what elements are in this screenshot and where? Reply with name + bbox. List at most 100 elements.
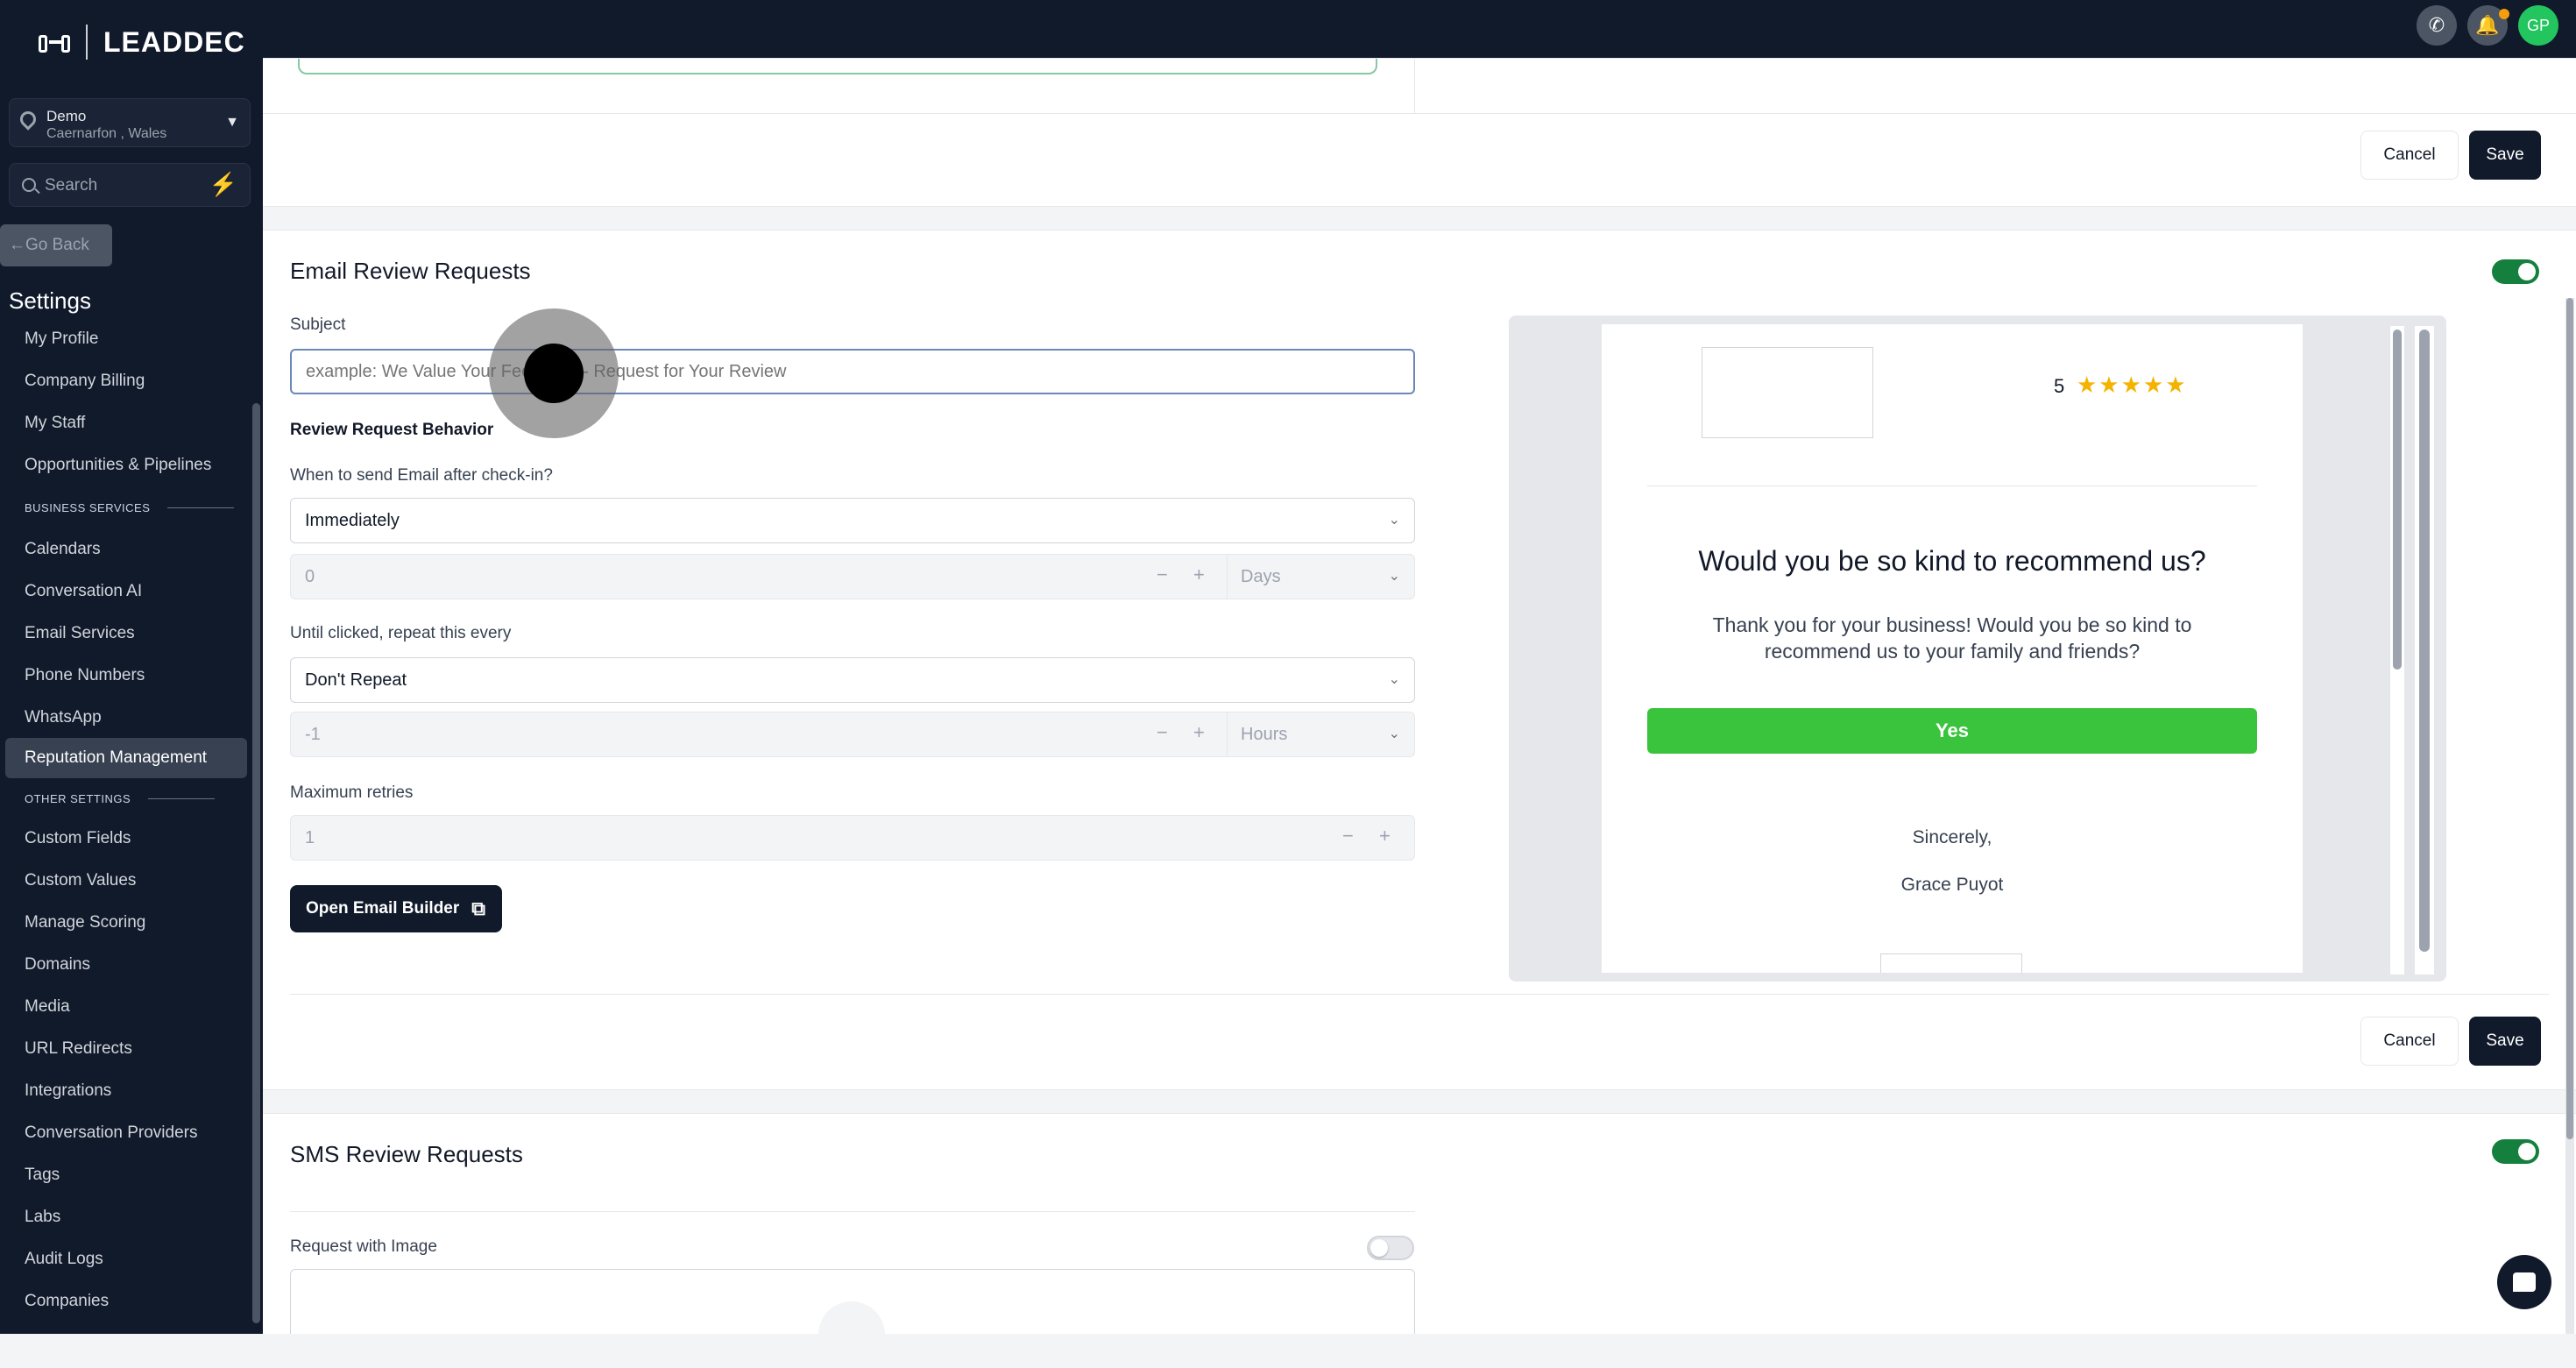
preview-outer-scrollbar[interactable] [2415, 326, 2434, 975]
sidebar-item-url-redirects[interactable]: URL Redirects [25, 1039, 132, 1059]
plus-icon: + [1193, 564, 1205, 585]
preview-signature: Grace Puyot [1900, 875, 2004, 895]
preview-body-line2: recommend us to your family and friends? [1764, 640, 2141, 663]
chevron-down-icon: ⌄ [1388, 513, 1400, 528]
sidebar-item-audit-logs[interactable]: Audit Logs [25, 1250, 103, 1269]
location-switcher[interactable]: Demo Caernarfon , Wales ▼ [9, 98, 251, 147]
chevron-down-icon: ⌄ [1388, 672, 1400, 687]
request-with-image-label: Request with Image [290, 1237, 437, 1256]
delay-amount-input: 0 − + Days ⌄ [290, 554, 1415, 599]
preview-body-line1: Thank you for your business! Would you b… [1712, 613, 2192, 636]
avatar[interactable]: GP [2518, 5, 2558, 46]
footer-image-placeholder [1880, 953, 2022, 973]
open-email-builder-button[interactable]: Open Email Builder ⧉ [290, 885, 502, 932]
chat-widget-button[interactable] [2497, 1255, 2551, 1309]
sidebar-item-tags[interactable]: Tags [25, 1166, 60, 1185]
subject-label: Subject [290, 315, 346, 334]
cancel-button[interactable]: Cancel [2360, 131, 2459, 180]
section-label: OTHER SETTINGS [25, 792, 131, 805]
sidebar-item-conversation-ai[interactable]: Conversation AI [25, 582, 142, 601]
sidebar-item-companies[interactable]: Companies [25, 1292, 109, 1311]
upload-icon [818, 1301, 885, 1368]
preview-closing: Sincerely, [1912, 827, 1992, 847]
section-other-settings: OTHER SETTINGS [25, 792, 216, 805]
sms-review-toggle[interactable] [2492, 1139, 2539, 1164]
page-scrollbar-track[interactable] [2565, 298, 2574, 1334]
sidebar-item-phone-numbers[interactable]: Phone Numbers [25, 666, 145, 685]
preview-inner-scrollbar[interactable] [2390, 326, 2404, 975]
email-review-title: Email Review Requests [290, 258, 531, 284]
sidebar-scrollbar[interactable] [252, 403, 260, 1323]
max-retries-input: 1 − + [290, 815, 1415, 861]
sidebar-item-media[interactable]: Media [25, 997, 70, 1017]
external-link-icon: ⧉ [471, 897, 485, 919]
repeat-amount-input: -1 − + Hours ⌄ [290, 712, 1415, 757]
sidebar-item-domains[interactable]: Domains [25, 955, 90, 975]
plus-icon: + [1193, 721, 1205, 743]
sidebar-search[interactable]: Search ⚡ [9, 163, 251, 207]
previous-section-card: Cancel Save [263, 58, 2576, 207]
rating-value: 5 [2054, 375, 2065, 397]
repeat-unit-value: Hours [1241, 725, 1288, 744]
image-upload-area[interactable] [290, 1269, 1415, 1368]
divider [290, 1211, 1415, 1212]
chevron-down-icon: ⌄ [1388, 727, 1400, 741]
sidebar-item-reputation-management[interactable]: Reputation Management [25, 748, 207, 768]
sidebar-item-company-billing[interactable]: Company Billing [25, 372, 145, 391]
sidebar-item-custom-fields[interactable]: Custom Fields [25, 829, 131, 848]
phone-icon[interactable]: ✆ [2417, 5, 2457, 46]
arrow-left-icon: ← [9, 236, 25, 254]
sidebar-item-custom-values[interactable]: Custom Values [25, 871, 136, 890]
plus-icon: + [1379, 825, 1391, 847]
previous-field-edge [298, 59, 1377, 74]
max-retries-value: 1 [305, 827, 315, 847]
sidebar-item-calendars[interactable]: Calendars [25, 540, 101, 559]
notification-dot [2499, 9, 2509, 19]
divider [290, 994, 2549, 995]
divider [263, 113, 2576, 114]
behavior-heading: Review Request Behavior [290, 421, 494, 439]
logo-text: LEADDEC [103, 25, 245, 58]
map-pin-icon [17, 108, 39, 131]
request-with-image-toggle[interactable] [1367, 1236, 1414, 1260]
sidebar-item-labs[interactable]: Labs [25, 1208, 60, 1227]
repeat-select[interactable]: Don't Repeat ⌄ [290, 657, 1415, 703]
when-send-select[interactable]: Immediately ⌄ [290, 498, 1415, 543]
sidebar-item-manage-scoring[interactable]: Manage Scoring [25, 913, 145, 932]
sidebar-item-conversation-providers[interactable]: Conversation Providers [25, 1123, 197, 1143]
sms-review-title: SMS Review Requests [290, 1141, 523, 1167]
click-indicator-dot [524, 344, 584, 403]
save-button[interactable]: Save [2469, 131, 2541, 180]
location-name: Demo [46, 108, 87, 124]
page-scrollbar-thumb[interactable] [2566, 298, 2573, 1139]
search-placeholder: Search [45, 176, 98, 195]
preview-heading: Would you be so kind to recommend us? [1698, 545, 2206, 577]
cancel-button[interactable]: Cancel [2360, 1017, 2459, 1066]
search-icon [22, 178, 36, 192]
save-button[interactable]: Save [2469, 1017, 2541, 1066]
when-send-label: When to send Email after check-in? [290, 466, 553, 485]
max-retries-label: Maximum retries [290, 783, 414, 802]
minus-icon: − [1157, 721, 1168, 743]
location-address: Caernarfon , Wales [46, 126, 167, 141]
email-preview: 5 ★★★★★ Would you be so kind to recommen… [1602, 324, 2303, 973]
star-rating-icon: ★★★★★ [2077, 372, 2188, 398]
sidebar-item-my-staff[interactable]: My Staff [25, 414, 85, 433]
delay-amount-value: 0 [305, 566, 315, 586]
logo[interactable]: LEADDEC [39, 25, 245, 60]
sidebar-item-whatsapp[interactable]: WhatsApp [25, 708, 102, 727]
top-bar [263, 0, 2576, 58]
email-review-toggle[interactable] [2492, 259, 2539, 284]
section-label: BUSINESS SERVICES [25, 501, 151, 514]
lightning-icon[interactable]: ⚡ [209, 171, 237, 198]
subject-input[interactable] [290, 349, 1415, 394]
chevron-down-icon: ⌄ [1388, 569, 1400, 584]
chat-bubble-icon [2513, 1272, 2536, 1292]
column-divider [1414, 59, 1415, 113]
sidebar-item-email-services[interactable]: Email Services [25, 624, 135, 643]
sidebar-item-integrations[interactable]: Integrations [25, 1081, 111, 1101]
sidebar-item-opportunities[interactable]: Opportunities & Pipelines [25, 456, 211, 475]
go-back-button[interactable]: ← Go Back [0, 224, 112, 266]
sidebar-item-my-profile[interactable]: My Profile [25, 330, 98, 349]
settings-heading: Settings [9, 287, 91, 314]
